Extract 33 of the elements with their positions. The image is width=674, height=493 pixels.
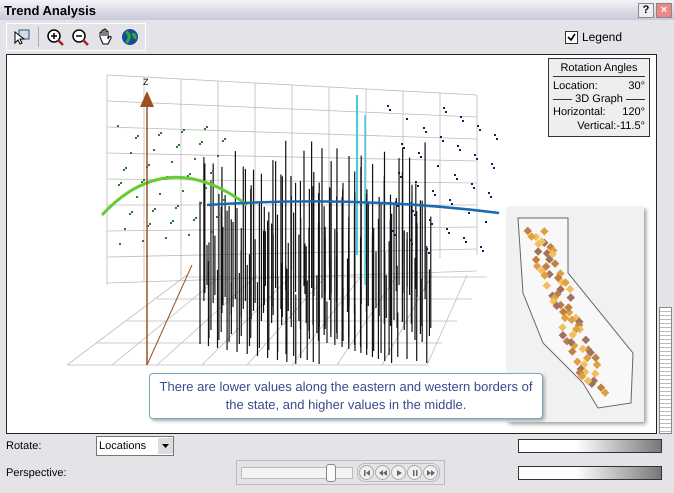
- help-button[interactable]: ?: [638, 2, 654, 18]
- callout-text: There are lower values along the eastern and western borders of the state, and higher values in the middle.: [149, 373, 543, 419]
- fast-forward-button[interactable]: [423, 465, 438, 480]
- legend-label: Legend: [582, 30, 622, 44]
- rotate-dropdown[interactable]: Locations: [96, 436, 174, 456]
- rotate-scrollbar[interactable]: [518, 439, 662, 453]
- pause-icon: [410, 468, 418, 476]
- axis-label: Z: [143, 77, 148, 87]
- section-label: 3D Graph: [575, 93, 623, 105]
- horizontal-value: 120°: [622, 105, 645, 119]
- window-title: Trend Analysis: [4, 2, 96, 18]
- vertical-scrollbar[interactable]: [659, 307, 672, 434]
- location-label: Location:: [553, 79, 598, 93]
- perspective-scrollbar[interactable]: [518, 466, 662, 480]
- legend-checkbox[interactable]: [564, 30, 578, 44]
- vertical-value: -11.5°: [616, 119, 645, 133]
- skip-start-button[interactable]: [359, 465, 374, 480]
- horizontal-label: Horizontal:: [553, 105, 606, 119]
- vertical-label: Vertical:: [577, 119, 616, 133]
- panel-title: Rotation Angles: [553, 62, 645, 77]
- rotate-label: Rotate:: [6, 440, 42, 452]
- perspective-label: Perspective:: [6, 466, 68, 478]
- globe-icon[interactable]: [119, 26, 141, 48]
- fast-forward-icon: [426, 468, 434, 476]
- pause-button[interactable]: [407, 465, 422, 480]
- play-icon: [394, 468, 402, 476]
- skip-start-icon: [362, 468, 370, 476]
- slider-thumb[interactable]: [326, 464, 336, 482]
- rewind-icon: [378, 468, 386, 476]
- location-value: 30°: [628, 79, 645, 93]
- rewind-button[interactable]: [375, 465, 390, 480]
- dropdown-arrow-icon: [162, 444, 169, 448]
- play-button[interactable]: [391, 465, 406, 480]
